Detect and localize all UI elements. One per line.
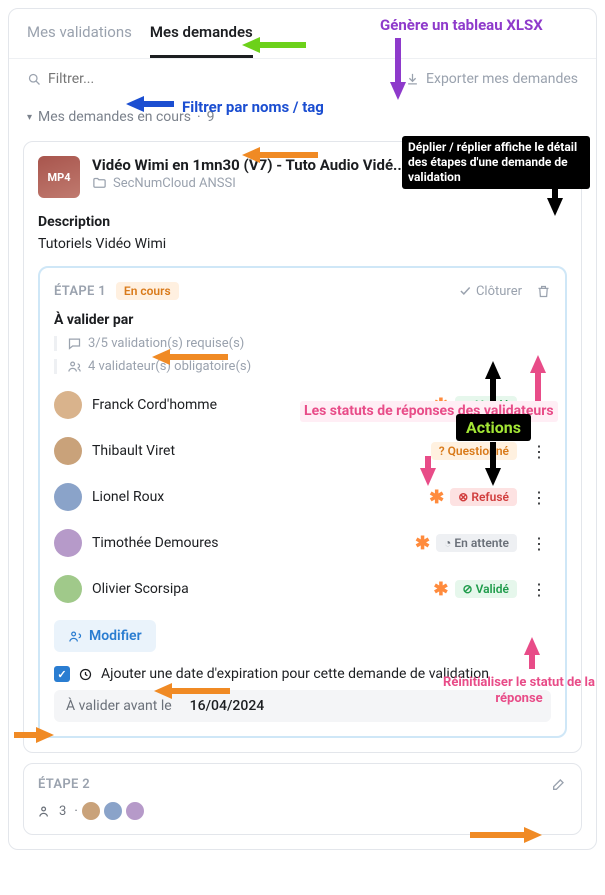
export-label: Exporter mes demandes bbox=[426, 71, 578, 87]
validator-menu-icon[interactable]: ⋮ bbox=[527, 442, 551, 461]
avatar bbox=[80, 800, 102, 822]
validator-menu-icon[interactable]: ⋮ bbox=[527, 534, 551, 553]
card-title: Vidéo Wimi en 1mn30 (V7) - Tuto Audio Vi… bbox=[92, 156, 485, 174]
description-text: Tutoriels Vidéo Wimi bbox=[38, 236, 567, 252]
step-1-box: ÉTAPE 1 En cours Clôturer À valider par bbox=[38, 266, 567, 738]
section-count: 9 bbox=[207, 109, 215, 125]
avatar bbox=[102, 800, 124, 822]
expiry-date[interactable]: 16/04/2024 bbox=[190, 698, 265, 714]
required-asterisk-icon: ✱ bbox=[429, 487, 444, 508]
edit-step2-icon[interactable] bbox=[551, 776, 567, 792]
step2-label: ÉTAPE 2 bbox=[38, 777, 90, 792]
req-validations: 3/5 validation(s) requise(s) bbox=[88, 336, 244, 351]
validator-menu-icon[interactable]: ⋮ bbox=[527, 396, 551, 415]
validator-name: Lionel Roux bbox=[92, 489, 419, 505]
modify-validators-button[interactable]: Modifier bbox=[54, 620, 156, 652]
validator-name: Thibault Viret bbox=[92, 443, 421, 459]
search-icon bbox=[27, 72, 42, 87]
download-file-icon[interactable] bbox=[497, 156, 513, 172]
validate-by-label: À valider par bbox=[54, 312, 551, 328]
export-button[interactable]: Exporter mes demandes bbox=[405, 71, 578, 87]
expiry-label: Ajouter une date d'expiration pour cette… bbox=[101, 666, 489, 682]
section-label: Mes demandes en cours bbox=[38, 109, 191, 125]
validator-row: Lionel Roux ✱ ⊗Refusé ⋮ bbox=[54, 474, 551, 520]
expiry-checkbox[interactable]: ✓ bbox=[54, 666, 70, 682]
avatar bbox=[54, 483, 82, 511]
step-2-box: ÉTAPE 2 3 · bbox=[23, 763, 582, 835]
file-type-badge: MP4 bbox=[38, 156, 80, 198]
clock-icon bbox=[78, 667, 93, 682]
status-badge: ⊘Validé bbox=[455, 580, 517, 598]
chevron-down-icon: ▾ bbox=[27, 112, 32, 123]
required-asterisk-icon: ✱ bbox=[433, 579, 448, 600]
filter-input[interactable] bbox=[48, 71, 108, 87]
delete-step-icon[interactable] bbox=[536, 284, 551, 299]
validator-row: Timothée Demoures ✱ ◔En attente ⋮ bbox=[54, 520, 551, 566]
chat-icon bbox=[67, 336, 82, 351]
avatar bbox=[54, 437, 82, 465]
tab-demandes[interactable]: Mes demandes bbox=[150, 23, 253, 58]
step1-label: ÉTAPE 1 bbox=[54, 284, 106, 299]
users-edit-icon bbox=[68, 629, 83, 644]
expiry-before-label: À valider avant le bbox=[66, 698, 172, 714]
avatar bbox=[54, 529, 82, 557]
modify-label: Modifier bbox=[89, 628, 142, 644]
required-asterisk-icon: ✱ bbox=[433, 395, 448, 416]
add-file-icon[interactable] bbox=[525, 156, 541, 172]
avatar bbox=[124, 800, 146, 822]
avatar bbox=[54, 575, 82, 603]
close-step-label: Clôturer bbox=[476, 284, 522, 299]
status-badge: ⊘Validé bbox=[455, 396, 517, 414]
users-icon bbox=[67, 359, 82, 374]
request-card: MP4 Vidéo Wimi en 1mn30 (V7) - Tuto Audi… bbox=[23, 141, 582, 753]
status-badge: ?Questionné bbox=[431, 442, 517, 460]
validator-name: Olivier Scorsipa bbox=[92, 581, 423, 597]
step2-count: 3 bbox=[59, 804, 66, 819]
validator-row: Franck Cord'homme ✱ ⊘Validé ⋮ bbox=[54, 382, 551, 428]
folder-icon bbox=[92, 176, 107, 191]
required-asterisk-icon: ✱ bbox=[415, 533, 430, 554]
tab-validations[interactable]: Mes validations bbox=[27, 23, 132, 58]
req-validators: 4 validateur(s) obligatoire(s) bbox=[88, 359, 251, 374]
validator-name: Franck Cord'homme bbox=[92, 397, 423, 413]
step1-status-badge: En cours bbox=[116, 282, 179, 300]
validator-name: Timothée Demoures bbox=[92, 535, 405, 551]
card-folder: SecNumCloud ANSSI bbox=[113, 176, 236, 191]
download-icon bbox=[405, 72, 420, 87]
status-badge: ◔En attente bbox=[436, 534, 517, 552]
validator-row: Olivier Scorsipa ✱ ⊘Validé ⋮ bbox=[54, 566, 551, 612]
collapse-icon[interactable] bbox=[553, 156, 567, 172]
validator-menu-icon[interactable]: ⋮ bbox=[527, 580, 551, 599]
users-icon bbox=[38, 804, 53, 819]
avatar bbox=[54, 391, 82, 419]
validator-row: Thibault Viret ?Questionné ⋮ bbox=[54, 428, 551, 474]
section-toggle[interactable]: ▾ Mes demandes en cours · 9 bbox=[9, 99, 596, 135]
description-label: Description bbox=[38, 214, 567, 230]
validator-menu-icon[interactable]: ⋮ bbox=[527, 488, 551, 507]
status-badge: ⊗Refusé bbox=[450, 488, 517, 506]
close-step-button[interactable]: Clôturer bbox=[458, 284, 522, 299]
